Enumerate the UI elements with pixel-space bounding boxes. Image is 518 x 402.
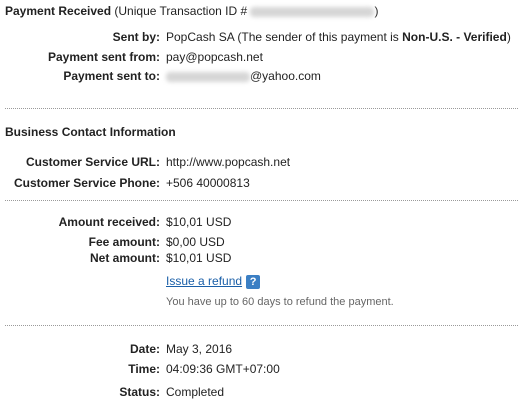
issue-refund-link[interactable]: Issue a refund xyxy=(166,274,242,288)
fee-amount-label: Fee amount: xyxy=(88,235,160,249)
net-amount-label: Net amount: xyxy=(90,251,160,265)
payment-sent-to-value: @yahoo.com xyxy=(166,69,321,83)
date-label: Date: xyxy=(129,342,160,356)
sent-by-value: PopCash SA (The sender of this payment i… xyxy=(166,30,511,44)
refund-note: You have up to 60 days to refund the pay… xyxy=(166,296,394,308)
amount-received-value: $10,01 USD xyxy=(166,215,232,229)
fee-amount-value: $0,00 USD xyxy=(166,235,225,249)
date-value: May 3, 2016 xyxy=(166,342,233,356)
status-value: Completed xyxy=(166,385,225,399)
sender-status: Non-U.S. - Verified xyxy=(402,30,507,44)
payment-sent-from-value: pay@popcash.net xyxy=(166,50,263,64)
net-amount-value: $10,01 USD xyxy=(166,251,232,265)
customer-service-phone-value: +506 40000813 xyxy=(166,176,250,190)
sent-by-label: Sent by: xyxy=(112,30,160,44)
sender-note-prefix: (The sender of this payment is xyxy=(234,30,403,44)
transaction-id-suffix: ) xyxy=(374,4,379,18)
status-label: Status: xyxy=(119,385,160,399)
transaction-id-prefix: (Unique Transaction ID # xyxy=(111,4,248,18)
page-title: Payment Received (Unique Transaction ID … xyxy=(5,4,378,18)
business-contact-heading: Business Contact Information xyxy=(5,125,176,139)
customer-service-url-value: http://www.popcash.net xyxy=(166,155,291,169)
divider xyxy=(5,200,518,201)
amount-received-label: Amount received: xyxy=(58,215,160,229)
divider xyxy=(5,325,518,326)
recipient-email-domain: @yahoo.com xyxy=(250,69,321,83)
payment-received-title: Payment Received xyxy=(5,4,112,18)
transaction-id-redacted xyxy=(250,6,375,17)
time-label: Time: xyxy=(128,362,160,376)
customer-service-phone-label: Customer Service Phone: xyxy=(13,176,160,190)
payment-sent-from-label: Payment sent from: xyxy=(47,50,160,64)
sender-name: PopCash SA xyxy=(166,30,235,44)
sender-note-suffix: ) xyxy=(506,30,511,44)
divider xyxy=(5,108,518,109)
refund-row: Issue a refund? xyxy=(166,274,261,289)
time-value: 04:09:36 GMT+07:00 xyxy=(166,362,280,376)
help-icon[interactable]: ? xyxy=(246,274,261,289)
recipient-email-redacted xyxy=(166,71,250,82)
payment-sent-to-label: Payment sent to: xyxy=(63,69,160,83)
customer-service-url-label: Customer Service URL: xyxy=(25,155,160,169)
